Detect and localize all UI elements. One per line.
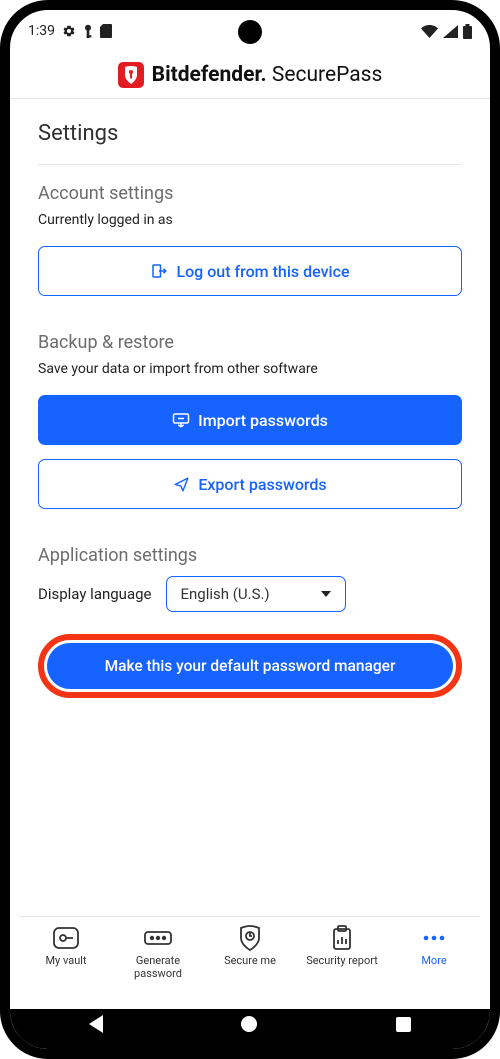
divider — [38, 164, 462, 165]
nav-my-vault[interactable]: My vault — [27, 925, 105, 967]
bitdefender-logo-icon — [118, 62, 144, 88]
page-title: Settings — [38, 121, 462, 146]
import-label: Import passwords — [198, 411, 328, 430]
export-passwords-button[interactable]: Export passwords — [38, 459, 462, 509]
front-camera — [238, 20, 262, 44]
language-select[interactable]: English (U.S.) — [166, 576, 346, 612]
status-time: 1:39 — [28, 23, 55, 39]
section-heading-app: Application settings — [38, 545, 462, 566]
sd-card-icon — [100, 24, 112, 38]
section-heading-account: Account settings — [38, 183, 462, 204]
bottom-nav: My vault Generate password Secure me Sec… — [20, 916, 480, 999]
battery-icon — [463, 24, 472, 39]
import-passwords-button[interactable]: Import passwords — [38, 395, 462, 445]
wifi-icon — [421, 25, 438, 38]
language-value: English (U.S.) — [181, 585, 270, 603]
app-title: Bitdefender. SecurePass — [152, 63, 383, 87]
nav-generate-password[interactable]: Generate password — [119, 925, 197, 980]
divider — [10, 98, 490, 99]
signal-icon — [443, 25, 458, 38]
make-default-label: Make this your default password manager — [105, 657, 396, 675]
report-icon — [331, 925, 353, 951]
android-nav-bar — [20, 1003, 480, 1045]
vault-icon — [52, 925, 80, 951]
highlight-callout: Make this your default password manager — [38, 634, 462, 698]
nav-secure-me[interactable]: Secure me — [211, 925, 289, 967]
export-label: Export passwords — [198, 475, 326, 494]
logout-icon — [150, 262, 168, 280]
nav-security-report[interactable]: Security report — [303, 925, 381, 967]
logout-button[interactable]: Log out from this device — [38, 246, 462, 296]
app-header: Bitdefender. SecurePass — [10, 46, 490, 98]
export-icon — [173, 476, 190, 493]
key-icon — [83, 24, 93, 39]
logged-in-label: Currently logged in as — [38, 212, 462, 228]
brand-dot: . — [261, 63, 267, 87]
backup-info: Save your data or import from other soft… — [38, 361, 462, 377]
section-heading-backup: Backup & restore — [38, 332, 462, 353]
chevron-down-icon — [321, 591, 331, 597]
android-back-button[interactable] — [89, 1015, 103, 1033]
shield-icon — [239, 925, 261, 951]
more-icon — [421, 925, 447, 951]
import-icon — [172, 412, 190, 428]
password-generator-icon — [143, 925, 173, 951]
nav-more[interactable]: More — [395, 925, 473, 967]
language-label: Display language — [38, 585, 152, 603]
android-recents-button[interactable] — [396, 1017, 411, 1032]
gear-icon — [62, 24, 76, 38]
logout-label: Log out from this device — [176, 262, 349, 281]
make-default-button[interactable]: Make this your default password manager — [47, 643, 453, 689]
android-home-button[interactable] — [241, 1016, 257, 1032]
